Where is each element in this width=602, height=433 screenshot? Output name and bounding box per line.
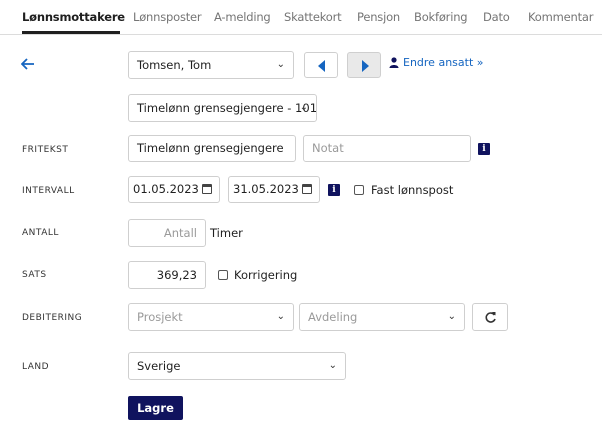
sats-label: SATS — [22, 270, 47, 280]
antall-label: ANTALL — [22, 228, 59, 238]
refresh-icon — [485, 312, 496, 323]
chevron-down-icon: ⌄ — [328, 360, 337, 371]
tab-dato[interactable]: Dato — [483, 10, 510, 24]
chevron-down-icon: ⌄ — [447, 311, 456, 322]
edit-employee-link[interactable]: Endre ansatt » — [403, 56, 484, 69]
land-select[interactable]: Sverige ⌄ — [128, 352, 346, 380]
avdeling-select-value: Avdeling — [308, 310, 358, 324]
to-date-value: 31.05.2023 — [233, 182, 299, 196]
intervall-label: INTERVALL — [22, 186, 75, 196]
wage-type-select[interactable]: Timelønn grensegjengere - 101 ⌄ — [128, 94, 317, 122]
triangle-left-icon — [318, 60, 325, 72]
tab-a-melding[interactable]: A-melding — [214, 10, 271, 24]
chevron-down-icon: ⌄ — [299, 102, 308, 113]
chevron-down-icon: ⌄ — [276, 59, 285, 70]
tab-lonnsposter[interactable]: Lønnsposter — [133, 10, 202, 24]
info-icon[interactable]: i — [328, 184, 340, 196]
tab-bar: Lønnsmottakere Lønnsposter A-melding Ska… — [0, 0, 602, 35]
prosjekt-select[interactable]: Prosjekt ⌄ — [128, 303, 294, 331]
next-employee-button[interactable] — [347, 52, 381, 78]
from-date-value: 01.05.2023 — [133, 182, 199, 196]
employee-select-value: Tomsen, Tom — [137, 58, 212, 72]
fast-lonnspost-checkbox[interactable] — [354, 185, 364, 195]
sats-input[interactable]: 369,23 — [128, 261, 206, 289]
antall-unit: Timer — [210, 226, 243, 240]
refresh-button[interactable] — [472, 303, 508, 331]
info-icon[interactable]: i — [478, 143, 490, 155]
active-tab-indicator — [22, 31, 120, 34]
prosjekt-select-value: Prosjekt — [137, 310, 183, 324]
wage-type-select-value: Timelønn grensegjengere - 101 — [137, 101, 317, 115]
land-select-value: Sverige — [137, 359, 181, 373]
tab-lonnsmottakere[interactable]: Lønnsmottakere — [22, 10, 125, 24]
tab-bokforing[interactable]: Bokføring — [414, 10, 468, 24]
calendar-icon[interactable] — [302, 184, 312, 194]
chevron-down-icon: ⌄ — [276, 311, 285, 322]
fritekst-input[interactable]: Timelønn grensegjengere — [128, 135, 296, 162]
tab-skattekort[interactable]: Skattekort — [284, 10, 342, 24]
person-icon — [389, 57, 399, 68]
land-label: LAND — [22, 362, 50, 372]
from-date-input[interactable]: 01.05.2023 — [128, 176, 220, 203]
avdeling-select[interactable]: Avdeling ⌄ — [299, 303, 465, 331]
triangle-right-icon — [362, 60, 369, 72]
notat-input[interactable]: Notat — [303, 135, 471, 162]
tab-kommentar[interactable]: Kommentar — [528, 10, 593, 24]
save-button[interactable]: Lagre — [128, 396, 183, 420]
fast-lonnspost-label: Fast lønnspost — [371, 183, 454, 197]
calendar-icon[interactable] — [202, 184, 212, 194]
tab-pensjon[interactable]: Pensjon — [357, 10, 400, 24]
previous-employee-button[interactable] — [304, 52, 338, 78]
debitering-label: DEBITERING — [22, 313, 83, 323]
to-date-input[interactable]: 31.05.2023 — [228, 176, 320, 203]
korrigering-label: Korrigering — [234, 268, 298, 282]
employee-select[interactable]: Tomsen, Tom ⌄ — [128, 51, 294, 79]
fritekst-label: FRITEKST — [22, 145, 69, 155]
back-arrow-icon[interactable] — [21, 58, 35, 70]
korrigering-checkbox[interactable] — [218, 270, 228, 280]
antall-input[interactable]: Antall — [128, 219, 206, 247]
